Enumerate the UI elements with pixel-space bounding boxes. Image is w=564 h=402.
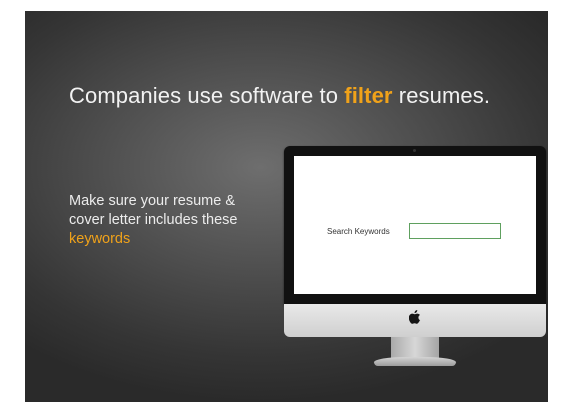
instruction-line-1: Make sure your resume & (69, 193, 236, 209)
monitor-screen: Search Keywords (294, 156, 536, 294)
slide-background: Companies use software to filter resumes… (25, 11, 548, 402)
camera-icon (413, 149, 416, 152)
monitor-stand-neck (391, 337, 439, 359)
apple-logo-icon (409, 310, 421, 324)
instruction-text: Make sure your resume & cover letter inc… (69, 192, 289, 249)
monitor-bezel: Search Keywords (284, 146, 546, 304)
instruction-line-2: cover letter includes these (69, 212, 238, 228)
instruction-keyword: keywords (69, 231, 131, 247)
computer-monitor-illustration: Search Keywords (284, 146, 546, 370)
headline-accent-word: filter (344, 83, 393, 108)
headline-text-start: Companies use software to (69, 83, 345, 108)
headline: Companies use software to filter resumes… (69, 83, 539, 109)
search-keywords-input[interactable] (409, 223, 501, 239)
search-keywords-label: Search Keywords (327, 227, 390, 236)
monitor-stand-foot (374, 357, 456, 366)
monitor-chin (284, 304, 546, 337)
headline-text-end: resumes. (392, 83, 491, 108)
